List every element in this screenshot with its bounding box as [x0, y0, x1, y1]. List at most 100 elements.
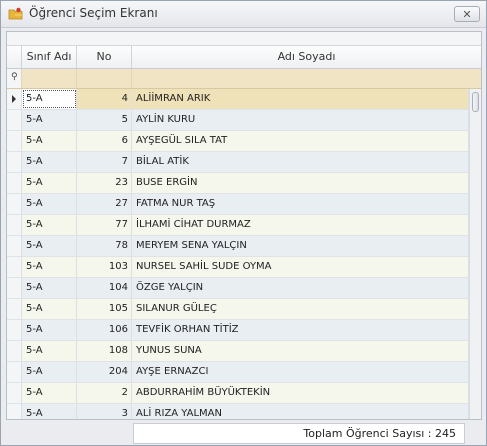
table-row[interactable]: 5-A 23 BUSE ERGİN — [7, 173, 469, 194]
column-header-row: Sınıf Adı No Adı Soyadı — [7, 46, 481, 69]
cell-no[interactable]: 103 — [77, 257, 132, 277]
cell-name[interactable]: İLHAMİ CİHAT DURMAZ — [132, 215, 469, 235]
folder-user-icon — [8, 7, 23, 20]
cell-no[interactable]: 2 — [77, 383, 132, 403]
student-selection-window: Öğrenci Seçim Ekranı ✕ Sınıf Adı No Adı … — [0, 0, 487, 446]
cell-name[interactable]: NURSEL SAHİL SUDE OYMA — [132, 257, 469, 277]
row-indicator[interactable] — [7, 215, 22, 235]
cell-class[interactable]: 5-A — [22, 341, 77, 361]
title-bar: Öğrenci Seçim Ekranı ✕ — [1, 1, 486, 28]
cell-class[interactable]: 5-A — [22, 110, 77, 130]
table-row[interactable]: 5-A 6 AYŞEGÜL SILA TAT — [7, 131, 469, 152]
cell-name[interactable]: ABDURRAHİM BÜYÜKTEKİN — [132, 383, 469, 403]
column-header-no[interactable]: No — [77, 46, 132, 68]
grid-rows: 5-A 4 ALİİMRAN ARIK 5-A 5 AYLİN KURU 5-A 6 AYŞEG… — [7, 89, 469, 419]
cell-class[interactable]: 5-A — [22, 278, 77, 298]
row-indicator[interactable] — [7, 278, 22, 298]
table-row[interactable]: 5-A 7 BİLAL ATİK — [7, 152, 469, 173]
row-indicator[interactable] — [7, 194, 22, 214]
cell-class[interactable]: 5-A — [22, 320, 77, 340]
cell-class[interactable]: 5-A — [22, 152, 77, 172]
cell-name[interactable]: ALİ RIZA YALMAN — [132, 404, 469, 419]
cell-name[interactable]: YUNUS SUNA — [132, 341, 469, 361]
cell-name[interactable]: BİLAL ATİK — [132, 152, 469, 172]
cell-no[interactable]: 5 — [77, 110, 132, 130]
table-row[interactable]: 5-A 27 FATMA NUR TAŞ — [7, 194, 469, 215]
cell-no[interactable]: 27 — [77, 194, 132, 214]
cell-name[interactable]: AYLİN KURU — [132, 110, 469, 130]
row-indicator[interactable] — [7, 383, 22, 403]
cell-class[interactable]: 5-A — [22, 404, 77, 419]
filter-icon: ⚲ — [11, 72, 18, 82]
row-indicator[interactable] — [7, 362, 22, 382]
cell-no[interactable]: 78 — [77, 236, 132, 256]
cell-name[interactable]: BUSE ERGİN — [132, 173, 469, 193]
row-indicator[interactable] — [7, 341, 22, 361]
filter-class-input[interactable] — [22, 69, 77, 88]
indicator-header — [7, 46, 22, 68]
filter-no-input[interactable] — [77, 69, 132, 88]
cell-class[interactable]: 5-A — [22, 215, 77, 235]
filter-indicator-cell: ⚲ — [7, 69, 22, 88]
cell-name[interactable]: AYŞEGÜL SILA TAT — [132, 131, 469, 151]
group-panel — [7, 32, 481, 46]
cell-class[interactable]: 5-A — [22, 362, 77, 382]
table-row[interactable]: 5-A 3 ALİ RIZA YALMAN — [7, 404, 469, 419]
column-header-class[interactable]: Sınıf Adı — [22, 46, 77, 68]
cell-no[interactable]: 3 — [77, 404, 132, 419]
table-row[interactable]: 5-A 5 AYLİN KURU — [7, 110, 469, 131]
table-row[interactable]: 5-A 103 NURSEL SAHİL SUDE OYMA — [7, 257, 469, 278]
cell-class[interactable]: 5-A — [22, 89, 77, 109]
cell-name[interactable]: MERYEM SENA YALÇIN — [132, 236, 469, 256]
row-indicator[interactable] — [7, 404, 22, 419]
row-indicator[interactable] — [7, 236, 22, 256]
table-row[interactable]: 5-A 108 YUNUS SUNA — [7, 341, 469, 362]
cell-class[interactable]: 5-A — [22, 236, 77, 256]
cell-no[interactable]: 77 — [77, 215, 132, 235]
cell-no[interactable]: 104 — [77, 278, 132, 298]
cell-name[interactable]: FATMA NUR TAŞ — [132, 194, 469, 214]
row-indicator[interactable] — [7, 131, 22, 151]
cell-no[interactable]: 23 — [77, 173, 132, 193]
student-grid[interactable]: Sınıf Adı No Adı Soyadı ⚲ 5-A 4 ALİİMRAN A… — [6, 31, 482, 420]
table-row[interactable]: 5-A 78 MERYEM SENA YALÇIN — [7, 236, 469, 257]
cell-no[interactable]: 108 — [77, 341, 132, 361]
row-indicator[interactable] — [7, 89, 22, 109]
cell-class[interactable]: 5-A — [22, 194, 77, 214]
current-row-arrow-icon — [12, 95, 16, 103]
cell-class[interactable]: 5-A — [22, 383, 77, 403]
table-row[interactable]: 5-A 204 AYŞE ERNAZCI — [7, 362, 469, 383]
column-header-name[interactable]: Adı Soyadı — [132, 46, 481, 68]
table-row[interactable]: 5-A 104 ÖZGE YALÇIN — [7, 278, 469, 299]
close-button[interactable]: ✕ — [454, 6, 480, 22]
vertical-scrollbar[interactable] — [469, 89, 481, 419]
row-indicator[interactable] — [7, 299, 22, 319]
cell-no[interactable]: 7 — [77, 152, 132, 172]
row-indicator[interactable] — [7, 110, 22, 130]
row-indicator[interactable] — [7, 152, 22, 172]
cell-no[interactable]: 106 — [77, 320, 132, 340]
cell-class[interactable]: 5-A — [22, 299, 77, 319]
table-row[interactable]: 5-A 77 İLHAMİ CİHAT DURMAZ — [7, 215, 469, 236]
cell-no[interactable]: 6 — [77, 131, 132, 151]
cell-name[interactable]: SILANUR GÜLEÇ — [132, 299, 469, 319]
cell-no[interactable]: 105 — [77, 299, 132, 319]
table-row[interactable]: 5-A 105 SILANUR GÜLEÇ — [7, 299, 469, 320]
cell-name[interactable]: ALİİMRAN ARIK — [132, 89, 469, 109]
cell-class[interactable]: 5-A — [22, 257, 77, 277]
table-row[interactable]: 5-A 4 ALİİMRAN ARIK — [7, 89, 469, 110]
row-indicator[interactable] — [7, 173, 22, 193]
row-indicator[interactable] — [7, 257, 22, 277]
cell-no[interactable]: 4 — [77, 89, 132, 109]
cell-class[interactable]: 5-A — [22, 131, 77, 151]
scrollbar-thumb[interactable] — [472, 92, 479, 112]
filter-name-input[interactable] — [132, 69, 481, 88]
table-row[interactable]: 5-A 2 ABDURRAHİM BÜYÜKTEKİN — [7, 383, 469, 404]
row-indicator[interactable] — [7, 320, 22, 340]
cell-no[interactable]: 204 — [77, 362, 132, 382]
cell-name[interactable]: ÖZGE YALÇIN — [132, 278, 469, 298]
cell-name[interactable]: AYŞE ERNAZCI — [132, 362, 469, 382]
table-row[interactable]: 5-A 106 TEVFİK ORHAN TİTİZ — [7, 320, 469, 341]
cell-class[interactable]: 5-A — [22, 173, 77, 193]
cell-name[interactable]: TEVFİK ORHAN TİTİZ — [132, 320, 469, 340]
